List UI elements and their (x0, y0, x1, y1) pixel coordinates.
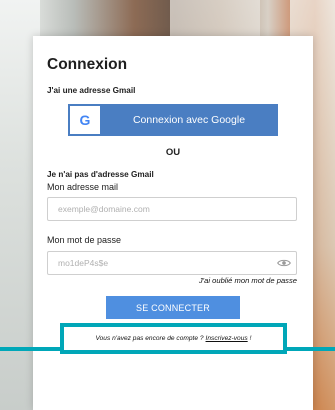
google-icon-box: G (70, 106, 100, 134)
signup-prompt-tail: ! (249, 335, 252, 342)
signup-prompt-text: Vous n'avez pas encore de compte ? (95, 335, 204, 342)
gmail-section-heading: J'ai une adresse Gmail (47, 86, 136, 95)
signup-link[interactable]: Inscrivez-vous (206, 335, 248, 342)
highlight-line-right (285, 347, 335, 351)
or-separator: OU (165, 147, 181, 158)
no-gmail-section-heading: Je n'ai pas d'adresse Gmail (47, 170, 154, 179)
password-field[interactable] (47, 251, 297, 275)
password-label: Mon mot de passe (47, 235, 122, 245)
email-label: Mon adresse mail (47, 182, 119, 192)
signup-prompt-box: Vous n'avez pas encore de compte ? Inscr… (60, 323, 287, 354)
login-submit-button[interactable]: SE CONNECTER (106, 296, 240, 319)
forgot-password-link[interactable]: J'ai oublié mon mot de passe (199, 276, 297, 285)
google-login-button[interactable]: G Connexion avec Google (68, 104, 278, 136)
page-title: Connexion (47, 56, 128, 73)
eye-icon[interactable] (277, 258, 291, 268)
highlight-line-left (0, 347, 62, 351)
google-g-icon: G (79, 112, 91, 128)
google-login-label: Connexion avec Google (132, 114, 246, 126)
email-field[interactable] (47, 197, 297, 221)
